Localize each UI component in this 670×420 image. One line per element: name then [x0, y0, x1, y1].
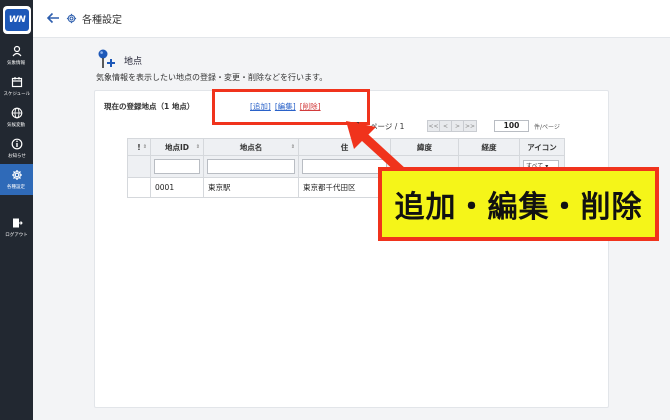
cell-id: 0001 [150, 177, 204, 198]
sidebar-item-label: 気候変動 [7, 122, 26, 128]
gear-icon [11, 170, 22, 180]
app-logo-text: WN [5, 9, 29, 31]
location-pin-add-icon [98, 49, 115, 68]
gear-icon [66, 13, 77, 24]
filter-input-id[interactable] [154, 159, 200, 174]
prev-page-button[interactable]: < [440, 121, 452, 131]
pager-buttons: << < > >> [427, 120, 477, 132]
cell-name: 東京駅 [203, 177, 299, 198]
sidebar: WN 気象情報 スケジュール 気候変動 お知らせ 各種設定 ログアウト [0, 0, 33, 420]
section-title: 地点 [124, 57, 143, 67]
column-header-label: 地点ID [164, 142, 190, 152]
registered-count-label: 現在の登録地点（1 地点） [104, 102, 195, 111]
info-icon [11, 138, 22, 150]
page-title: 各種設定 [82, 15, 122, 26]
cell-flag [127, 177, 151, 198]
sidebar-item-notice[interactable]: お知らせ [0, 133, 33, 164]
column-header-label: ! [137, 142, 141, 152]
sidebar-item-label: ログアウト [5, 232, 28, 238]
sidebar-item-settings[interactable]: 各種設定 [0, 164, 33, 195]
column-header-longitude[interactable]: 経度 [458, 138, 520, 156]
sidebar-item-schedule[interactable]: スケジュール [0, 71, 33, 102]
next-page-button[interactable]: > [452, 121, 464, 131]
column-header-flag[interactable]: ! ⇕ [127, 138, 151, 156]
sort-icon: ⇕ [195, 144, 200, 150]
column-header-label: 地点名 [239, 142, 263, 152]
per-page-label: 件/ページ [534, 124, 560, 131]
column-header-name[interactable]: 地点名 ⇕ [203, 138, 299, 156]
column-header-label: アイコン [527, 142, 557, 152]
sort-icon: ⇕ [290, 144, 295, 150]
last-page-button[interactable]: >> [464, 121, 476, 131]
filter-cell-name [203, 155, 299, 178]
column-header-id[interactable]: 地点ID ⇕ [150, 138, 204, 156]
filter-cell-id [150, 155, 204, 178]
weather-person-icon [12, 45, 21, 57]
per-page-input[interactable]: 100 [494, 120, 529, 132]
logout-icon [12, 218, 23, 228]
top-bar: 各種設定 [33, 0, 670, 38]
sidebar-item-label: 気象情報 [7, 60, 26, 66]
sidebar-item-climate[interactable]: 気候変動 [0, 102, 33, 133]
calendar-icon [11, 77, 22, 88]
app-logo[interactable]: WN [3, 6, 31, 34]
annotation-callout: 追加・編集・削除 [378, 167, 659, 241]
sidebar-item-label: お知らせ [7, 153, 26, 159]
sort-icon: ⇕ [142, 144, 147, 150]
filter-cell-flag [127, 155, 151, 178]
filter-input-name[interactable] [207, 159, 295, 174]
sidebar-item-logout[interactable]: ログアウト [0, 212, 33, 243]
sidebar-item-weather[interactable]: 気象情報 [0, 40, 33, 71]
globe-icon [11, 107, 22, 119]
back-arrow-icon[interactable] [45, 10, 61, 26]
sidebar-item-label: 各種設定 [7, 184, 26, 190]
column-header-icon[interactable]: アイコン [519, 138, 565, 156]
sidebar-item-label: スケジュール [3, 91, 30, 97]
column-header-label: 経度 [481, 142, 497, 152]
section-description: 気象情報を表示したい地点の登録・変更・削除などを行います。 [96, 73, 328, 82]
